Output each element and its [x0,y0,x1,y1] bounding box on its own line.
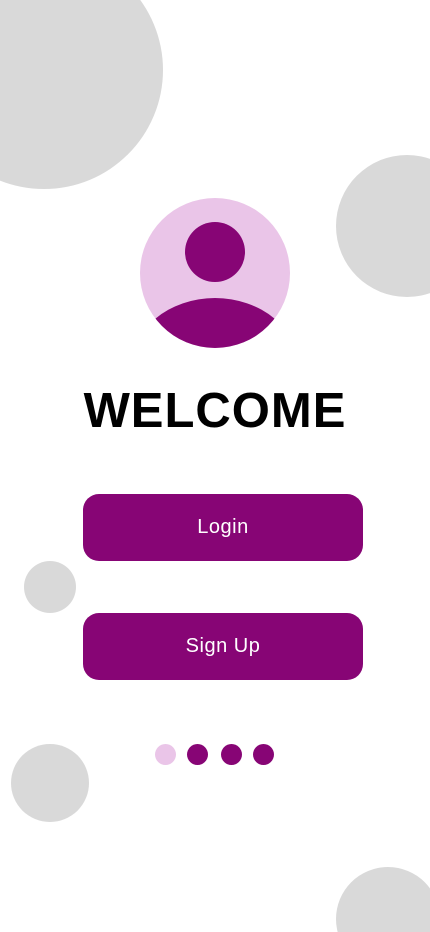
pagination-dot[interactable] [253,744,274,765]
signup-button[interactable]: Sign Up [83,613,363,680]
pagination-dot[interactable] [187,744,208,765]
decor-circle [24,561,76,613]
page-title: WELCOME [83,384,347,438]
user-avatar-icon [140,198,290,348]
pagination-dot[interactable] [221,744,242,765]
pagination-dots [0,743,430,765]
decor-circle [336,867,430,932]
welcome-screen: WELCOME Login Sign Up [0,0,430,932]
decor-circle [336,155,430,297]
pagination-dot-active[interactable] [155,744,176,765]
login-button[interactable]: Login [83,494,363,561]
decor-circle [0,0,163,189]
